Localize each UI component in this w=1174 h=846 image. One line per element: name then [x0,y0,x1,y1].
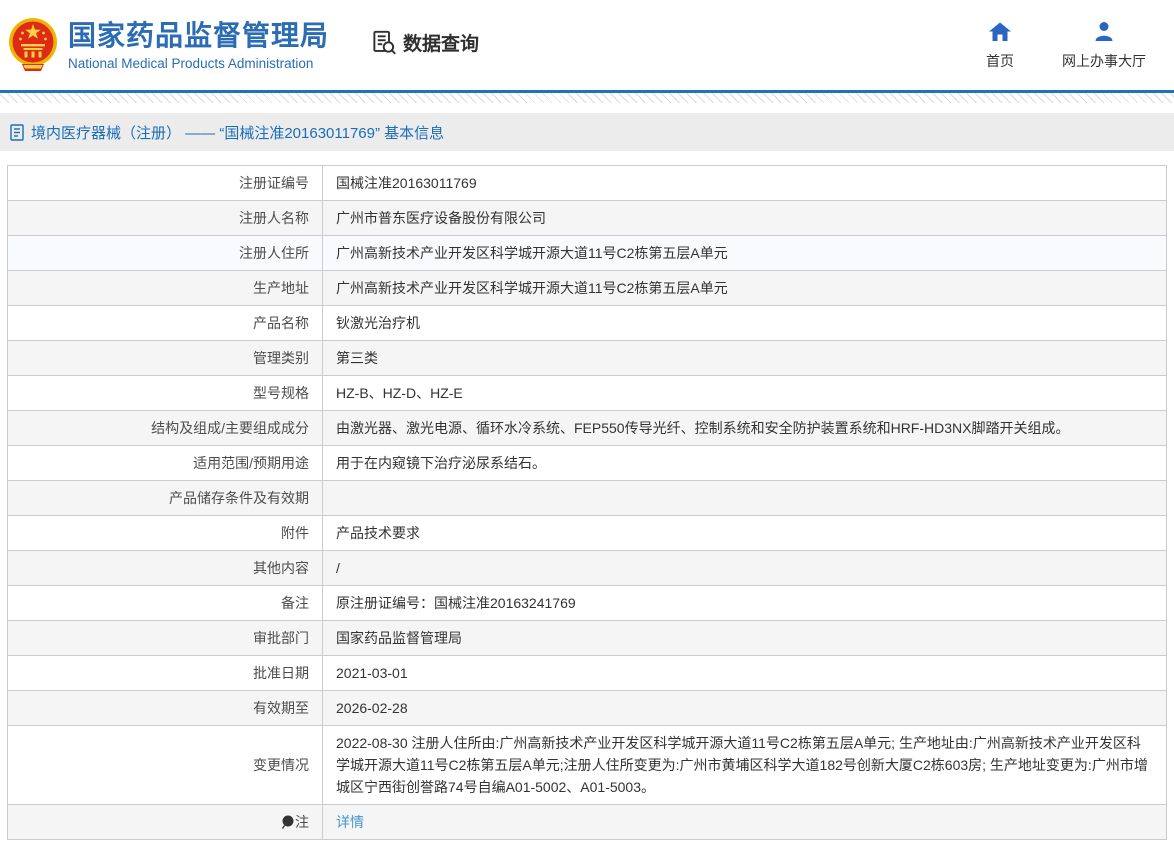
row-value: 用于在内窥镜下治疗泌尿系结石。 [323,446,1167,481]
nav-service-hall[interactable]: 网上办事大厅 [1062,20,1146,71]
row-label: 批准日期 [8,656,323,691]
row-value: 原注册证编号：国械注准20163241769 [323,586,1167,621]
row-label: 附件 [8,516,323,551]
row-label: 产品名称 [8,306,323,341]
row-value: 国家药品监督管理局 [323,621,1167,656]
page-title: 境内医疗器械（注册） —— “国械注准20163011769” 基本信息 [31,122,444,143]
row-label: 其他内容 [8,551,323,586]
row-value: / [323,551,1167,586]
row-label: 注册证编号 [8,166,323,201]
row-label: 结构及组成/主要组成成分 [8,411,323,446]
row-value: 钬激光治疗机 [323,306,1167,341]
table-row: 备注原注册证编号：国械注准20163241769 [8,586,1167,621]
row-label: 注册人住所 [8,236,323,271]
table-row: 适用范围/预期用途用于在内窥镜下治疗泌尿系结石。 [8,446,1167,481]
row-label: 变更情况 [8,726,323,805]
table-row: 生产地址广州高新技术产业开发区科学城开源大道11号C2栋第五层A单元 [8,271,1167,306]
table-wrap: 注册证编号国械注准20163011769注册人名称广州市普东医疗设备股份有限公司… [0,151,1174,846]
top-nav: 首页 网上办事大厅 [986,20,1174,71]
info-table: 注册证编号国械注准20163011769注册人名称广州市普东医疗设备股份有限公司… [7,165,1167,840]
row-label: 注册人名称 [8,201,323,236]
row-value: 国械注准20163011769 [323,166,1167,201]
brand-logo[interactable]: 国家药品监督管理局 National Medical Products Admi… [8,15,329,75]
detail-link[interactable]: 详情 [336,814,364,830]
org-name-cn: 国家药品监督管理局 [68,19,329,53]
table-row: 产品储存条件及有效期 [8,481,1167,516]
nav-home-label: 首页 [986,51,1014,71]
table-row: 注册人住所广州高新技术产业开发区科学城开源大道11号C2栋第五层A单元 [8,236,1167,271]
document-search-icon [371,29,398,56]
page-title-bar: 境内医疗器械（注册） —— “国械注准20163011769” 基本信息 [0,113,1174,151]
balloon-icon [281,814,294,829]
row-value: 产品技术要求 [323,516,1167,551]
data-query-label: 数据查询 [403,29,479,56]
row-value: 第三类 [323,341,1167,376]
table-row: 产品名称钬激光治疗机 [8,306,1167,341]
row-value: 2021-03-01 [323,656,1167,691]
national-emblem-icon [8,15,58,75]
row-value: HZ-B、HZ-D、HZ-E [323,376,1167,411]
row-label: 备注 [8,586,323,621]
row-label-text: 注 [295,814,309,830]
row-label: 有效期至 [8,691,323,726]
home-icon [988,20,1012,44]
hatched-stripe-band [0,93,1174,103]
row-value: 2026-02-28 [323,691,1167,726]
table-row: 有效期至2026-02-28 [8,691,1167,726]
site-header: 国家药品监督管理局 National Medical Products Admi… [0,0,1174,90]
row-value: 广州高新技术产业开发区科学城开源大道11号C2栋第五层A单元 [323,236,1167,271]
table-row: 注册人名称广州市普东医疗设备股份有限公司 [8,201,1167,236]
row-label: 适用范围/预期用途 [8,446,323,481]
document-icon [10,124,25,141]
row-value: 由激光器、激光电源、循环水冷系统、FEP550传导光纤、控制系统和安全防护装置系… [323,411,1167,446]
table-row: 批准日期2021-03-01 [8,656,1167,691]
person-icon [1092,20,1116,44]
org-name-en: National Medical Products Administration [68,56,329,71]
row-label: 产品储存条件及有效期 [8,481,323,516]
table-row: 其他内容/ [8,551,1167,586]
row-label: 审批部门 [8,621,323,656]
table-row: 注册证编号国械注准20163011769 [8,166,1167,201]
row-label: 管理类别 [8,341,323,376]
row-value [323,481,1167,516]
row-label: 型号规格 [8,376,323,411]
table-row: 注 详情 [8,805,1167,840]
row-value: 广州高新技术产业开发区科学城开源大道11号C2栋第五层A单元 [323,271,1167,306]
row-value: 2022-08-30 注册人住所由:广州高新技术产业开发区科学城开源大道11号C… [323,726,1167,805]
table-row: 变更情况2022-08-30 注册人住所由:广州高新技术产业开发区科学城开源大道… [8,726,1167,805]
data-query-section[interactable]: 数据查询 [371,29,479,56]
row-value: 详情 [323,805,1167,840]
table-row: 结构及组成/主要组成成分由激光器、激光电源、循环水冷系统、FEP550传导光纤、… [8,411,1167,446]
row-label: 注 [8,805,323,840]
table-row: 审批部门国家药品监督管理局 [8,621,1167,656]
table-row: 附件产品技术要求 [8,516,1167,551]
table-row: 型号规格HZ-B、HZ-D、HZ-E [8,376,1167,411]
nav-service-hall-label: 网上办事大厅 [1062,51,1146,71]
row-value: 广州市普东医疗设备股份有限公司 [323,201,1167,236]
table-row: 管理类别第三类 [8,341,1167,376]
nav-home[interactable]: 首页 [986,20,1014,71]
row-label: 生产地址 [8,271,323,306]
